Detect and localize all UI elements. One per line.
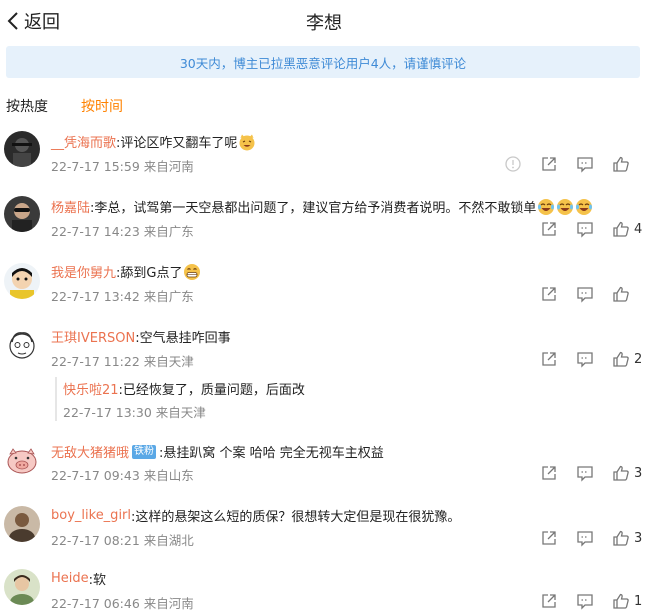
share-icon xyxy=(542,531,556,545)
like-button[interactable] xyxy=(612,464,630,482)
top-bar: 返回 李想 xyxy=(0,0,648,42)
comment-item: 王琪IVERSON :空气悬挂咋回事 22-7-17 11:22 来自天津 2 … xyxy=(0,325,648,425)
reply-username[interactable]: 快乐啦21 xyxy=(63,379,119,398)
reply-button[interactable] xyxy=(576,350,594,368)
comment-username[interactable]: 无敌大猪猪哦 xyxy=(51,442,129,461)
comment-meta: 22-7-17 13:42 来自广东 xyxy=(51,289,194,304)
comment-username[interactable]: __凭海而歌 xyxy=(51,132,116,151)
laugh-cry-emoji-icon xyxy=(576,198,593,215)
avatar[interactable] xyxy=(4,263,40,299)
comment-text: :李总，试驾第一天空悬都出问题了，建议官方给予消费者说明。不然不敢锁单 xyxy=(90,201,537,216)
comment-meta: 22-7-17 09:43 来自山东 xyxy=(51,468,194,483)
comment-text: :舔到G点了 xyxy=(116,266,183,281)
thumbs-up-icon xyxy=(613,530,629,546)
avatar[interactable] xyxy=(4,506,40,542)
like-count: 3 xyxy=(634,530,643,546)
share-icon xyxy=(542,466,556,480)
comment-meta: 22-7-17 15:59 来自河南 xyxy=(51,159,194,174)
comment-username[interactable]: 我是你舅九 xyxy=(51,262,116,281)
report-button[interactable] xyxy=(504,155,522,173)
reply-button[interactable] xyxy=(576,529,594,547)
avatar[interactable] xyxy=(4,196,40,232)
avatar[interactable] xyxy=(4,328,40,364)
share-icon xyxy=(542,287,556,301)
grin-emoji-icon xyxy=(184,263,201,280)
comment-text: :评论区咋又翻车了呢 xyxy=(116,136,238,151)
thumbs-up-icon xyxy=(613,286,629,302)
comment-item: Heide :软 22-7-17 06:46 来自河南 1 xyxy=(0,568,648,612)
comment-item: 杨嘉陆 :李总，试驾第一天空悬都出问题了，建议官方给予消费者说明。不然不敢锁单 … xyxy=(0,195,648,245)
fan-badge: 铁粉 xyxy=(132,444,157,459)
repost-button[interactable] xyxy=(540,592,558,610)
info-icon xyxy=(505,156,521,172)
comment-icon xyxy=(577,531,593,547)
like-button[interactable] xyxy=(612,529,630,547)
share-icon xyxy=(542,352,556,366)
repost-button[interactable] xyxy=(540,285,558,303)
page-title: 李想 xyxy=(306,13,342,34)
comment-text: :这样的悬架这么短的质保？很想转大定但是现在很犹豫。 xyxy=(131,510,461,525)
repost-button[interactable] xyxy=(540,220,558,238)
laugh-cry-emoji-icon xyxy=(538,198,555,215)
share-icon xyxy=(542,222,556,236)
like-count: 3 xyxy=(634,465,643,481)
comment-meta: 22-7-17 08:21 来自湖北 xyxy=(51,533,194,548)
sort-by-time-tab[interactable]: 按时间 xyxy=(81,96,123,116)
thumbs-up-icon xyxy=(613,156,629,172)
like-button[interactable] xyxy=(612,155,630,173)
laugh-cry-emoji-icon xyxy=(557,198,574,215)
comment-username[interactable]: Heide xyxy=(51,571,89,586)
like-count: 1 xyxy=(634,593,643,609)
thumbs-up-icon xyxy=(613,465,629,481)
comment-text: :悬挂趴窝 个案 哈哈 完全无视车主权益 xyxy=(159,446,384,461)
comment-username[interactable]: 王琪IVERSON xyxy=(51,327,135,346)
comment-meta: 22-7-17 14:23 来自广东 xyxy=(51,224,194,239)
reply-button[interactable] xyxy=(576,464,594,482)
comment-icon xyxy=(577,222,593,238)
reply-button[interactable] xyxy=(576,592,594,610)
like-button[interactable] xyxy=(612,350,630,368)
comment-text: :软 xyxy=(88,573,107,588)
thumbs-up-icon xyxy=(613,221,629,237)
share-icon xyxy=(542,594,556,608)
reply-button[interactable] xyxy=(576,285,594,303)
repost-button[interactable] xyxy=(540,350,558,368)
avatar[interactable] xyxy=(4,442,40,478)
comment-item: __凭海而歌 :评论区咋又翻车了呢 22-7-17 15:59 来自河南 xyxy=(0,130,648,180)
comment-icon xyxy=(577,466,593,482)
like-count: 4 xyxy=(634,221,643,237)
comment-text: :空气悬挂咋回事 xyxy=(135,331,231,346)
avatar[interactable] xyxy=(4,131,40,167)
comment-username[interactable]: boy_like_girl xyxy=(51,508,131,523)
thumbs-up-icon xyxy=(613,593,629,609)
repost-button[interactable] xyxy=(540,529,558,547)
reply-button[interactable] xyxy=(576,155,594,173)
thumbs-up-icon xyxy=(613,351,629,367)
comment-item: 无敌大猪猪哦 铁粉 :悬挂趴窝 个案 哈哈 完全无视车主权益 22-7-17 0… xyxy=(0,440,648,490)
like-button[interactable] xyxy=(612,285,630,303)
reply-text: :已经恢复了，质量问题，后面改 xyxy=(118,383,305,398)
cat-laugh-emoji-icon xyxy=(239,134,255,150)
comment-username[interactable]: 杨嘉陆 xyxy=(51,197,90,216)
comment-icon xyxy=(577,287,593,303)
like-button[interactable] xyxy=(612,220,630,238)
notice-banner: 30天内，博主已拉黑恶意评论用户4人，请谨慎评论 xyxy=(6,46,640,78)
comment-item: 我是你舅九 :舔到G点了 22-7-17 13:42 来自广东 xyxy=(0,260,648,310)
comment-meta: 22-7-17 06:46 来自河南 xyxy=(51,596,194,611)
reply-item: 快乐啦21 :已经恢复了，质量问题，后面改 22-7-17 13:30 来自天津 xyxy=(55,377,457,421)
avatar[interactable] xyxy=(4,569,40,605)
comment-icon xyxy=(577,157,593,173)
comment-item: boy_like_girl :这样的悬架这么短的质保？很想转大定但是现在很犹豫。… xyxy=(0,505,648,555)
comment-icon xyxy=(577,594,593,610)
repost-button[interactable] xyxy=(540,155,558,173)
sort-by-hot-tab[interactable]: 按热度 xyxy=(6,96,48,116)
like-button[interactable] xyxy=(612,592,630,610)
share-icon xyxy=(542,157,556,171)
comment-meta: 22-7-17 11:22 来自天津 xyxy=(51,354,194,369)
repost-button[interactable] xyxy=(540,464,558,482)
comment-icon xyxy=(577,352,593,368)
like-count: 2 xyxy=(634,351,643,367)
reply-button[interactable] xyxy=(576,220,594,238)
reply-meta: 22-7-17 13:30 来自天津 xyxy=(63,405,206,420)
